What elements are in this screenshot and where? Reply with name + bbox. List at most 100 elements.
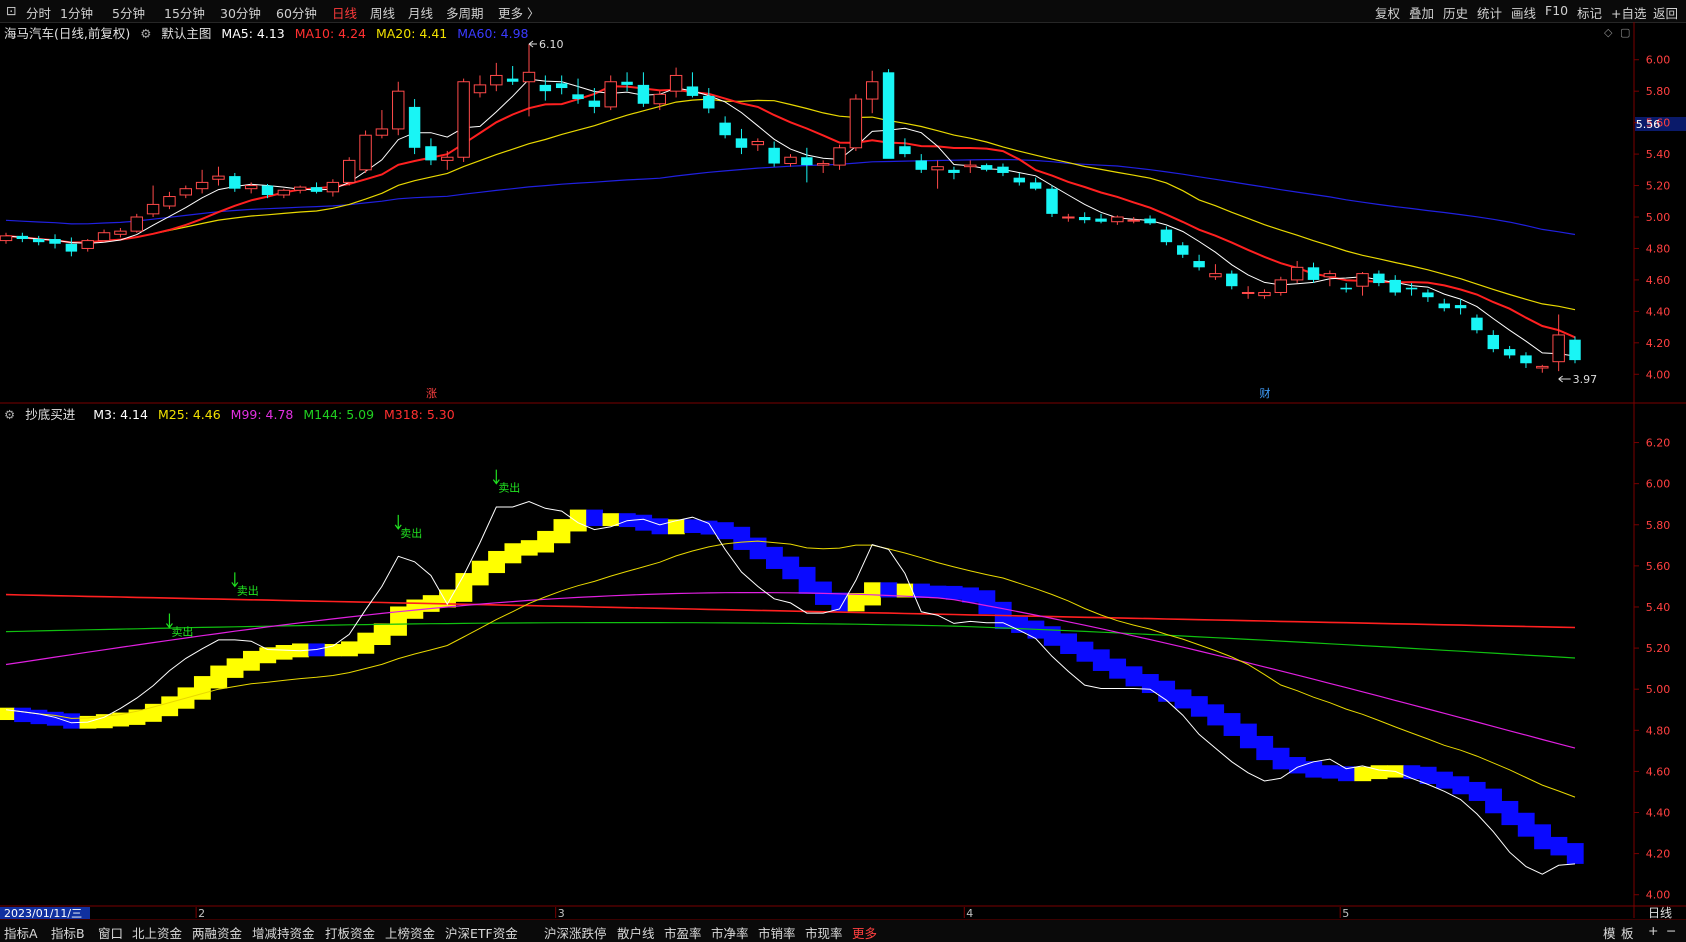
- period-tab-0[interactable]: 分时: [26, 3, 51, 22]
- template-name[interactable]: 默认主图: [161, 26, 211, 41]
- ma20-line: [5, 98, 1576, 311]
- bottom-tab-14[interactable]: 市现率: [805, 923, 843, 942]
- candle-body: [1569, 339, 1581, 361]
- bottom-tab-5[interactable]: 增减持资金: [252, 923, 315, 942]
- band-block: [128, 709, 146, 725]
- band-block: [63, 713, 81, 729]
- candle-body: [703, 95, 715, 109]
- bottom-right-3[interactable]: −: [1666, 923, 1676, 938]
- diamond-icon: ◇: [1604, 26, 1613, 39]
- ind-tick-label: 4.40: [1646, 807, 1671, 820]
- band-block: [1403, 765, 1421, 780]
- candle-body: [277, 189, 291, 196]
- kline-chart[interactable]: 6.103.97涨财 卖出卖出卖出卖出 6.005.805.605.405.20…: [0, 0, 1686, 941]
- candle-body: [293, 186, 307, 191]
- candle-body: [1177, 245, 1189, 255]
- candle-body: [1029, 182, 1042, 189]
- candle-body: [310, 187, 323, 192]
- toolbar-right-5[interactable]: F10: [1545, 3, 1568, 18]
- bottom-tab-6[interactable]: 打板资金: [325, 923, 375, 942]
- candle-body: [408, 106, 421, 148]
- period-tab-7[interactable]: 周线: [370, 3, 395, 22]
- bottom-tab-7[interactable]: 上榜资金: [385, 923, 435, 942]
- band-block: [716, 522, 734, 540]
- bottom-right-1[interactable]: 板: [1621, 923, 1634, 942]
- candle-body: [1307, 267, 1320, 280]
- bottom-tab-8[interactable]: 沪深ETF资金: [445, 923, 518, 942]
- m25-line: [5, 540, 1576, 798]
- ind-tick-label: 6.00: [1646, 478, 1671, 491]
- bottom-tab-0[interactable]: 指标A: [4, 923, 38, 942]
- toolbar-right-8[interactable]: 返回: [1653, 3, 1678, 22]
- m99-value: M99: 4.78: [230, 407, 294, 422]
- bottom-tab-11[interactable]: 市盈率: [664, 923, 702, 942]
- candle-body: [522, 71, 536, 83]
- band-block: [1354, 766, 1372, 782]
- ma10-value: MA10: 4.24: [294, 26, 366, 41]
- bottom-tab-15[interactable]: 更多: [852, 923, 877, 942]
- toolbar-right-6[interactable]: 标记: [1577, 3, 1602, 22]
- indicator-settings-icon[interactable]: ⚙: [4, 407, 15, 422]
- toolbar-right-7[interactable]: +自选: [1611, 3, 1646, 22]
- toolbar-right-1[interactable]: 叠加: [1409, 3, 1434, 22]
- band-block: [569, 509, 587, 532]
- candle-body: [32, 239, 45, 243]
- period-tab-8[interactable]: 月线: [408, 3, 433, 22]
- sell-signal-label: 卖出: [400, 526, 422, 540]
- band-block: [406, 599, 424, 619]
- candle-body: [865, 81, 879, 100]
- band-block: [210, 665, 228, 689]
- candle-body: [768, 147, 780, 164]
- bottom-tab-1[interactable]: 指标B: [51, 923, 85, 942]
- period-tab-1[interactable]: 1分钟: [60, 3, 93, 22]
- band-block: [1125, 666, 1143, 687]
- period-tab-5[interactable]: 60分钟: [276, 3, 317, 22]
- candle-body: [751, 141, 765, 146]
- candle-body: [849, 98, 863, 149]
- bottom-tab-13[interactable]: 市销率: [758, 923, 796, 942]
- bottom-right-2[interactable]: +: [1648, 923, 1658, 938]
- band-block: [798, 566, 816, 594]
- period-tab-9[interactable]: 多周期: [446, 3, 484, 22]
- bottom-tab-12[interactable]: 市净率: [711, 923, 749, 942]
- band-block: [95, 714, 113, 729]
- candle-body: [1013, 177, 1026, 183]
- price-tick-label: 5.60: [1646, 117, 1671, 130]
- band-block: [341, 641, 358, 657]
- band-block: [1174, 689, 1192, 709]
- period-toolbar: ⊡ 分时 1分钟 5分钟 15分钟 30分钟 60分钟 日线 周线 月线 多周期 更多 〉 复权 叠加…: [0, 0, 1686, 23]
- bottom-right-0[interactable]: 模: [1603, 923, 1616, 942]
- sell-signal-label: 卖出: [237, 583, 259, 597]
- toolbar-menu-icon[interactable]: ⊡: [6, 3, 16, 18]
- sell-signal-label: 卖出: [171, 625, 193, 639]
- period-tab-6[interactable]: 日线: [332, 3, 357, 22]
- period-tab-2[interactable]: 5分钟: [112, 3, 145, 22]
- toolbar-right-0[interactable]: 复权: [1375, 3, 1400, 22]
- period-tab-4[interactable]: 30分钟: [220, 3, 261, 22]
- bottom-tab-2[interactable]: 窗口: [98, 923, 123, 942]
- toolbar-right-3[interactable]: 统计: [1477, 3, 1502, 22]
- bottom-tab-3[interactable]: 北上资金: [132, 923, 182, 942]
- candle-body: [1340, 287, 1352, 290]
- toolbar-right-4[interactable]: 画线: [1511, 3, 1536, 22]
- candle-body: [326, 181, 340, 193]
- ma60-line: [5, 158, 1576, 236]
- date-cursor-box: [0, 907, 90, 919]
- candle-body: [948, 169, 960, 173]
- bottom-tab-10[interactable]: 散户线: [617, 923, 655, 942]
- period-tab-10[interactable]: 更多 〉: [498, 3, 539, 22]
- settings-icon[interactable]: ⚙: [140, 26, 151, 41]
- band-block: [749, 537, 767, 560]
- candle-body: [1258, 291, 1271, 297]
- price-tick-label: 6.00: [1646, 54, 1671, 67]
- indicator-name[interactable]: 抄底买进: [25, 407, 75, 422]
- bottom-tab-4[interactable]: 两融资金: [192, 923, 242, 942]
- stock-title[interactable]: 海马汽车(日线,前复权): [4, 26, 130, 41]
- band-block: [602, 513, 620, 527]
- band-block: [831, 592, 849, 612]
- bottom-tab-9[interactable]: 沪深涨跌停: [544, 923, 607, 942]
- toolbar-right-2[interactable]: 历史: [1443, 3, 1468, 22]
- ind-tick-label: 4.00: [1646, 889, 1671, 902]
- ind-tick-label: 4.60: [1646, 765, 1671, 778]
- period-tab-3[interactable]: 15分钟: [164, 3, 205, 22]
